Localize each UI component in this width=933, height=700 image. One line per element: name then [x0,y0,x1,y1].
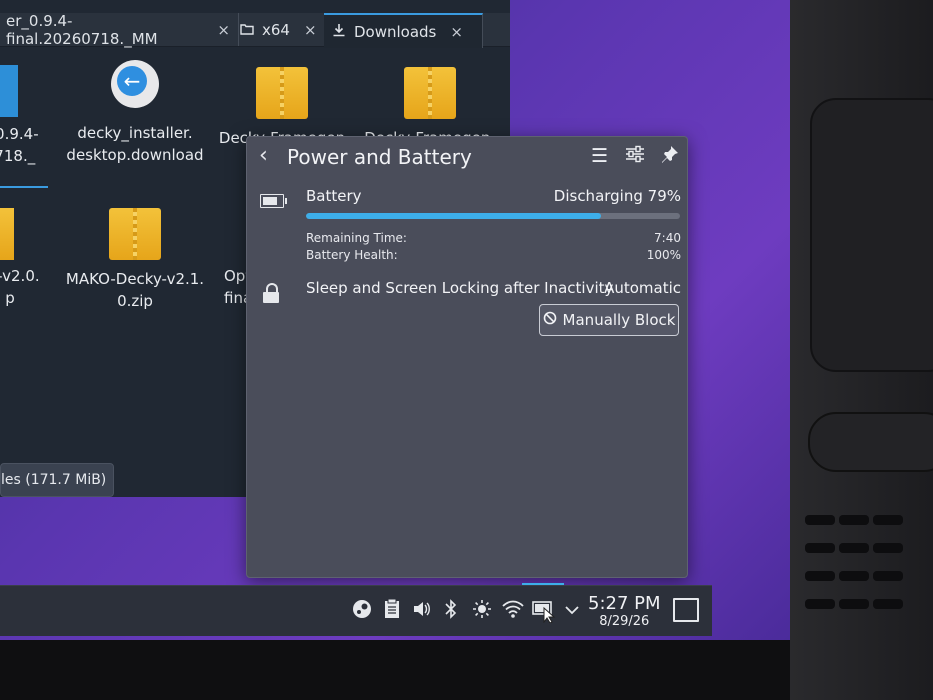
file-icon[interactable] [0,65,18,117]
tab-label: Downloads [354,22,437,41]
tab-x64[interactable]: x64 × [232,13,331,46]
trackpad [810,98,933,372]
file-name: 0718._ [0,147,36,165]
file-name: ky-v2.0. [0,267,40,285]
block-icon [543,311,557,329]
file-item[interactable]: MAKO-Decky-v2.1. 0.zip [65,208,205,312]
pin-icon[interactable] [661,145,679,168]
download-icon [332,23,346,41]
battery-health-label: Battery Health: [306,248,398,262]
zip-archive-icon [109,208,161,260]
file-item[interactable]: ← decky_installer. desktop.download [65,60,205,166]
tab-mm-archive[interactable]: er_0.9.4-final.20260718._MM × [0,11,239,48]
close-icon[interactable]: × [450,23,463,41]
folder-icon [240,21,254,39]
tab-bar: er_0.9.4-final.20260718._MM × x64 × Down… [0,11,510,48]
screen: er_0.9.4-final.20260718._MM × x64 × Down… [0,0,800,640]
brightness-icon[interactable] [472,599,492,624]
clock-time: 5:27 PM [588,593,661,614]
tab-label: x64 [262,20,290,39]
selection-underline [0,186,48,188]
remaining-time-label: Remaining Time: [306,231,407,245]
show-desktop-button[interactable] [673,598,699,622]
digital-clock[interactable]: 5:27 PM 8/29/26 [588,594,661,630]
chevron-up-icon[interactable] [564,599,580,624]
sleep-lock-value: Automatic [604,279,681,297]
status-bar: les (171.7 MiB) [0,463,114,497]
file-name: decky_installer. [77,124,193,142]
popup-title: Power and Battery [287,145,472,169]
tab-downloads[interactable]: Downloads × [324,13,483,48]
battery-power-icon[interactable] [532,599,558,628]
wifi-icon[interactable] [502,599,524,624]
file-name: r_0.9.4- [0,125,39,143]
battery-progress-bar [306,213,680,219]
zip-archive-icon [404,67,456,119]
desktop-file-icon: ← [111,60,159,108]
steam-icon[interactable] [352,599,372,624]
battery-icon [260,194,287,208]
file-name: 0.zip [117,292,153,310]
file-name: p [5,289,15,307]
sleep-lock-label: Sleep and Screen Locking after Inactivit… [306,279,614,297]
remaining-time-value: 7:40 [654,231,681,245]
battery-progress-fill [306,213,602,219]
power-battery-popup: ‹ Power and Battery ☰ Battery Dischargin… [246,136,688,578]
zip-archive-icon [256,67,308,119]
configure-icon[interactable] [625,145,645,168]
file-item[interactable]: ky-v2.0. p [0,265,60,309]
battery-health-value: 100% [646,248,681,262]
speaker-grill [805,515,907,627]
clipboard-icon[interactable] [384,598,400,624]
close-icon[interactable]: × [304,21,317,39]
back-chevron-icon[interactable]: ‹ [259,143,268,168]
taskbar: 5:27 PM 8/29/26 [0,585,712,636]
file-name: desktop.download [66,146,204,164]
battery-label: Battery [306,187,362,205]
close-icon[interactable]: × [217,21,230,39]
clock-date: 8/29/26 [599,614,650,629]
hamburger-menu-icon[interactable]: ☰ [591,145,608,167]
manually-block-label: Manually Block [562,311,676,329]
volume-icon[interactable] [412,599,432,624]
file-name: MAKO-Decky-v2.1. [65,270,205,288]
bluetooth-icon[interactable] [444,599,458,624]
device-button [808,412,933,472]
zip-archive-icon[interactable] [0,208,14,260]
battery-status: Discharging 79% [553,187,681,205]
popup-header: ‹ Power and Battery ☰ [247,137,687,177]
manually-block-button[interactable]: Manually Block [539,304,679,336]
file-item[interactable]: r_0.9.4- 0718._ [0,123,60,167]
tab-label: er_0.9.4-final.20260718._MM [6,11,158,48]
lock-icon [263,283,279,303]
